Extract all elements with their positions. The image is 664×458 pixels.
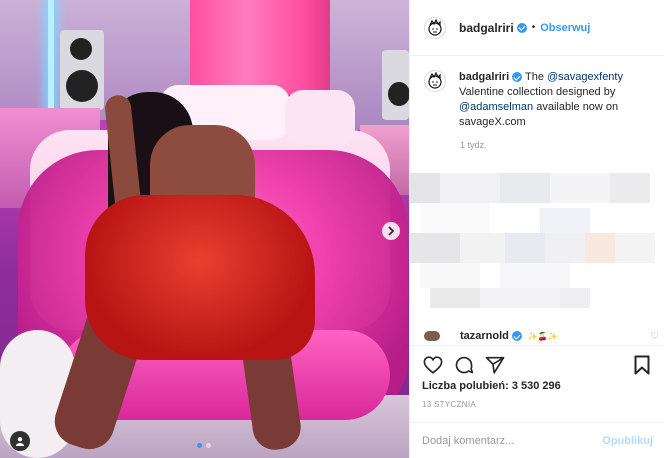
comment-form: Opublikuj <box>410 422 664 458</box>
comment-text: ✨🍒✨ <box>527 331 558 341</box>
paper-plane-icon <box>485 356 505 374</box>
user-tag-icon <box>16 437 24 446</box>
comment-username[interactable]: tazarnold <box>460 330 509 342</box>
bookmark-icon <box>634 355 650 374</box>
carousel-dot <box>206 443 211 448</box>
save-button[interactable] <box>631 354 653 376</box>
comment-like-icon[interactable]: ♡ <box>650 331 659 342</box>
avatar[interactable] <box>424 16 446 39</box>
caption-timestamp[interactable]: 1 tydz. <box>460 140 487 150</box>
chevron-right-icon <box>388 226 395 236</box>
caption-text-part: The <box>522 71 547 83</box>
post-date[interactable]: 13 STYCZNIA <box>422 400 476 409</box>
photo-neon-light <box>48 0 54 110</box>
verified-badge-icon <box>512 72 523 83</box>
carousel-dot-active <box>197 443 202 448</box>
carousel-indicator <box>197 443 211 448</box>
photo-pillow <box>285 90 355 145</box>
post-sidebar: badgalriri • Obserwuj badgalriri The @sa… <box>409 0 664 458</box>
mention-link[interactable]: @savagexfenty <box>547 71 623 83</box>
avatar[interactable] <box>424 331 440 341</box>
post-actions <box>410 345 664 383</box>
post-author-username[interactable]: badgalriri <box>459 21 514 35</box>
header-separator: • <box>531 22 536 33</box>
post-caption: badgalriri The @savagexfenty Valentine c… <box>424 70 654 130</box>
caption-text: badgalriri The @savagexfenty Valentine c… <box>459 70 649 130</box>
follow-button[interactable]: Obserwuj <box>540 22 590 34</box>
comment-preview: tazarnold ✨🍒✨ ♡ <box>424 328 659 344</box>
post-photo[interactable] <box>0 0 409 458</box>
avatar[interactable] <box>424 70 446 92</box>
caption-text-part: Valentine collection designed by <box>459 86 616 98</box>
heart-icon <box>423 355 443 374</box>
comment-button[interactable] <box>453 354 475 376</box>
user-tag-button[interactable] <box>10 431 30 451</box>
carousel-next-button[interactable] <box>382 222 400 240</box>
comment-bubble-icon <box>455 356 474 373</box>
photo-curtain <box>190 0 330 95</box>
comment-input[interactable] <box>422 434 603 447</box>
avatar-sketch-icon <box>428 72 442 89</box>
post-header: badgalriri • Obserwuj <box>410 0 664 56</box>
publish-button[interactable]: Opublikuj <box>602 435 653 447</box>
photo-speaker-left <box>60 30 104 110</box>
caption-username[interactable]: badgalriri <box>459 71 509 83</box>
like-button[interactable] <box>422 354 444 376</box>
mention-link[interactable]: @adamselman <box>459 101 533 113</box>
likes-count[interactable]: Liczba polubień: 3 530 296 <box>422 380 561 392</box>
avatar-sketch-icon <box>428 18 442 36</box>
share-button[interactable] <box>484 354 506 376</box>
photo-red-coat <box>85 195 315 360</box>
photo-speaker-right <box>382 50 409 120</box>
verified-badge-icon <box>511 331 522 341</box>
blurred-comments <box>410 158 664 328</box>
verified-badge-icon <box>516 22 527 33</box>
